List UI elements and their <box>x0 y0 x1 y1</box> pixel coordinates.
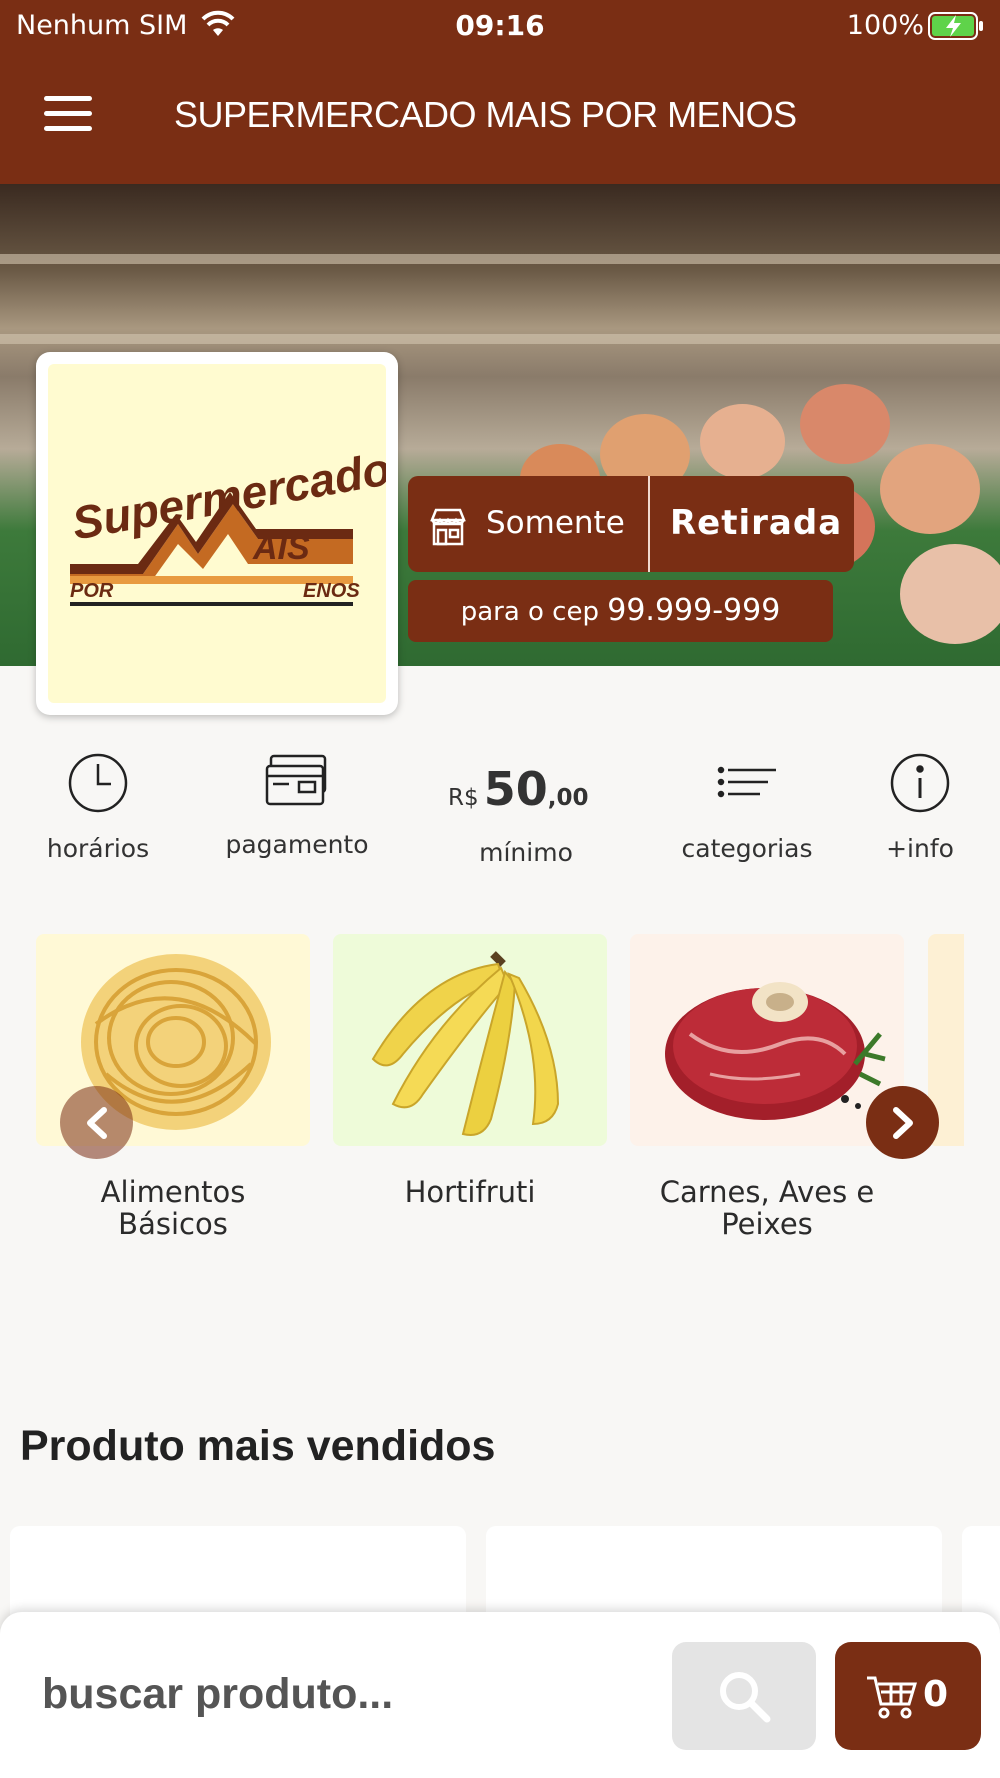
minimum-label: mínimo <box>479 838 573 867</box>
search-input[interactable] <box>42 1664 622 1724</box>
carousel-next-button[interactable] <box>866 1086 939 1159</box>
page-title: SUPERMERCADO MAIS POR MENOS <box>174 94 797 135</box>
info-icon <box>889 753 951 820</box>
chevron-right-icon <box>893 1107 913 1139</box>
category-label: Hortifruti <box>404 1175 536 1209</box>
categories-carousel: Alimentos Básicos Hortifruti Carnes, Ave… <box>0 934 1000 1254</box>
svg-text:AIS: AIS <box>252 529 310 567</box>
store-info-bar: horários pagamento R$ 50,00 mínimo categ… <box>0 752 1000 892</box>
cep-badge[interactable]: para o cep 99.999-999 <box>408 580 833 642</box>
battery-charging-icon <box>928 12 984 44</box>
category-image-meat <box>630 934 904 1146</box>
shopping-cart-icon <box>867 1676 917 1719</box>
minimum-order-info: mínimo <box>466 838 586 867</box>
app-header: SUPERMERCADO MAIS POR MENOS <box>0 50 1000 184</box>
cart-button[interactable]: 0 <box>835 1642 981 1750</box>
storefront-icon <box>428 506 468 550</box>
payment-label: pagamento <box>225 830 369 859</box>
currency-symbol: R$ <box>448 785 479 811</box>
bottom-search-bar: 0 <box>0 1612 1000 1778</box>
search-button[interactable] <box>672 1642 816 1750</box>
more-info-button[interactable]: +info <box>880 752 960 863</box>
search-icon <box>720 1672 771 1723</box>
pickup-prefix: Somente <box>486 505 625 541</box>
chevron-left-icon <box>87 1107 107 1139</box>
status-bar: Nenhum SIM 09:16 100% <box>0 0 1000 50</box>
pickup-mode-badge[interactable]: Somente Retirada <box>408 476 854 572</box>
list-icon <box>716 766 778 820</box>
more-info-label: +info <box>886 834 954 863</box>
payment-button[interactable]: pagamento <box>220 752 374 859</box>
category-label: Alimentos Básicos <box>100 1175 246 1241</box>
categories-button[interactable]: categorias <box>676 752 818 863</box>
clock-icon <box>67 753 129 820</box>
pickup-divider <box>648 476 650 572</box>
categories-label: categorias <box>681 834 813 863</box>
hours-button[interactable]: horários <box>40 752 156 863</box>
category-card-alimentos[interactable]: Alimentos Básicos <box>36 934 310 1240</box>
carousel-prev-button[interactable] <box>60 1086 133 1159</box>
svg-text:ENOS: ENOS <box>303 580 360 602</box>
cep-label: para o cep <box>460 597 599 627</box>
hamburger-menu-icon[interactable] <box>44 96 92 136</box>
best-sellers-title: Produto mais vendidos <box>20 1422 496 1470</box>
category-card-hortifruti[interactable]: Hortifruti <box>333 934 607 1208</box>
hours-label: horários <box>46 834 150 863</box>
minimum-order-value: R$ 50,00 <box>448 762 588 816</box>
store-logo: Supermercado AIS POR ENOS <box>48 364 394 703</box>
category-card-carnes[interactable]: Carnes, Aves e Peixes <box>630 934 904 1240</box>
battery-percent: 100% <box>846 10 924 41</box>
cart-count: 0 <box>923 1674 949 1715</box>
svg-text:POR: POR <box>70 580 114 602</box>
minimum-integer: 50 <box>483 762 548 816</box>
store-logo-card: Supermercado AIS POR ENOS <box>36 352 398 715</box>
category-label: Carnes, Aves e Peixes <box>659 1175 875 1241</box>
minimum-decimal: ,00 <box>547 785 589 811</box>
category-image-banana <box>333 934 607 1146</box>
pickup-mode-label: Retirada <box>670 503 843 543</box>
cep-value: 99.999-999 <box>607 593 781 628</box>
credit-card-icon <box>265 754 329 816</box>
